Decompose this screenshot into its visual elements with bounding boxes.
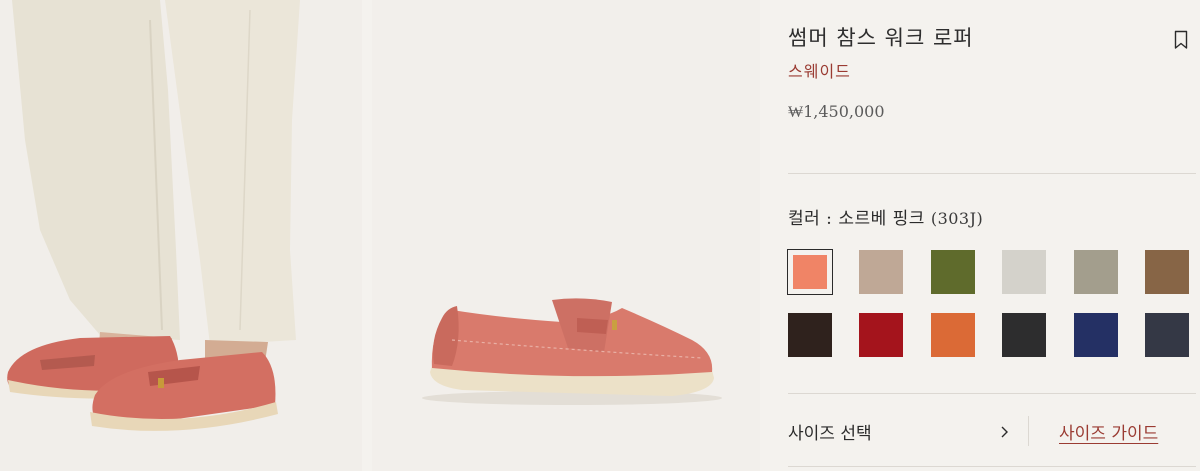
- color-swatch-orange[interactable]: [930, 313, 975, 357]
- color-code: (303J): [930, 209, 984, 228]
- color-swatch-sorbet-pink[interactable]: [787, 249, 833, 295]
- divider: [788, 466, 1196, 467]
- color-swatch-red[interactable]: [859, 313, 904, 357]
- divider: [788, 393, 1196, 394]
- product-price: ₩1,450,000: [788, 102, 885, 121]
- swatch-fill: [930, 313, 975, 357]
- size-select-button[interactable]: 사이즈 선택: [788, 415, 1024, 447]
- vertical-divider: [1028, 416, 1029, 446]
- product-photo-side[interactable]: [372, 0, 760, 471]
- color-swatch-off-white[interactable]: [1002, 250, 1047, 294]
- color-swatch-navy[interactable]: [1073, 313, 1118, 357]
- swatch-fill: [1145, 313, 1189, 357]
- product-material: 스웨이드: [788, 62, 851, 81]
- bookmark-icon[interactable]: [1174, 30, 1188, 50]
- product-gallery: [0, 0, 760, 471]
- swatch-fill: [1073, 250, 1118, 294]
- swatch-fill: [1002, 250, 1047, 294]
- product-info-panel: 썸머 참스 워크 로퍼 스웨이드 ₩1,450,000 컬러 : 소르베 핑크 …: [787, 0, 1196, 471]
- color-name: 컬러 : 소르베 핑크: [788, 209, 925, 229]
- product-photo-worn[interactable]: [0, 0, 362, 471]
- color-swatch-olive[interactable]: [930, 250, 975, 294]
- swatch-fill: [1073, 313, 1118, 357]
- color-swatch-charcoal[interactable]: [1002, 313, 1047, 357]
- swatch-fill: [859, 313, 904, 357]
- color-swatch-dark-brown[interactable]: [788, 313, 832, 357]
- divider: [788, 173, 1196, 174]
- swatch-fill: [930, 250, 975, 294]
- size-select-label: 사이즈 선택: [788, 424, 872, 444]
- swatch-fill: [793, 255, 827, 289]
- chevron-right-icon: [1001, 426, 1008, 438]
- side-shoe-illustration: [372, 0, 760, 471]
- swatch-fill: [859, 250, 904, 294]
- swatch-fill: [1145, 250, 1189, 294]
- color-swatch-slate[interactable]: [1145, 313, 1189, 357]
- product-title: 썸머 참스 워크 로퍼: [788, 26, 974, 50]
- color-swatch-taupe[interactable]: [1073, 250, 1118, 294]
- worn-shoes-illustration: [0, 0, 362, 471]
- color-swatch-beige[interactable]: [859, 250, 904, 294]
- size-guide-link[interactable]: 사이즈 가이드: [1059, 419, 1158, 444]
- swatch-fill: [1002, 313, 1047, 357]
- color-label: 컬러 : 소르베 핑크 (303J): [788, 204, 983, 229]
- swatch-fill: [788, 313, 832, 357]
- color-swatch-tan[interactable]: [1145, 250, 1189, 294]
